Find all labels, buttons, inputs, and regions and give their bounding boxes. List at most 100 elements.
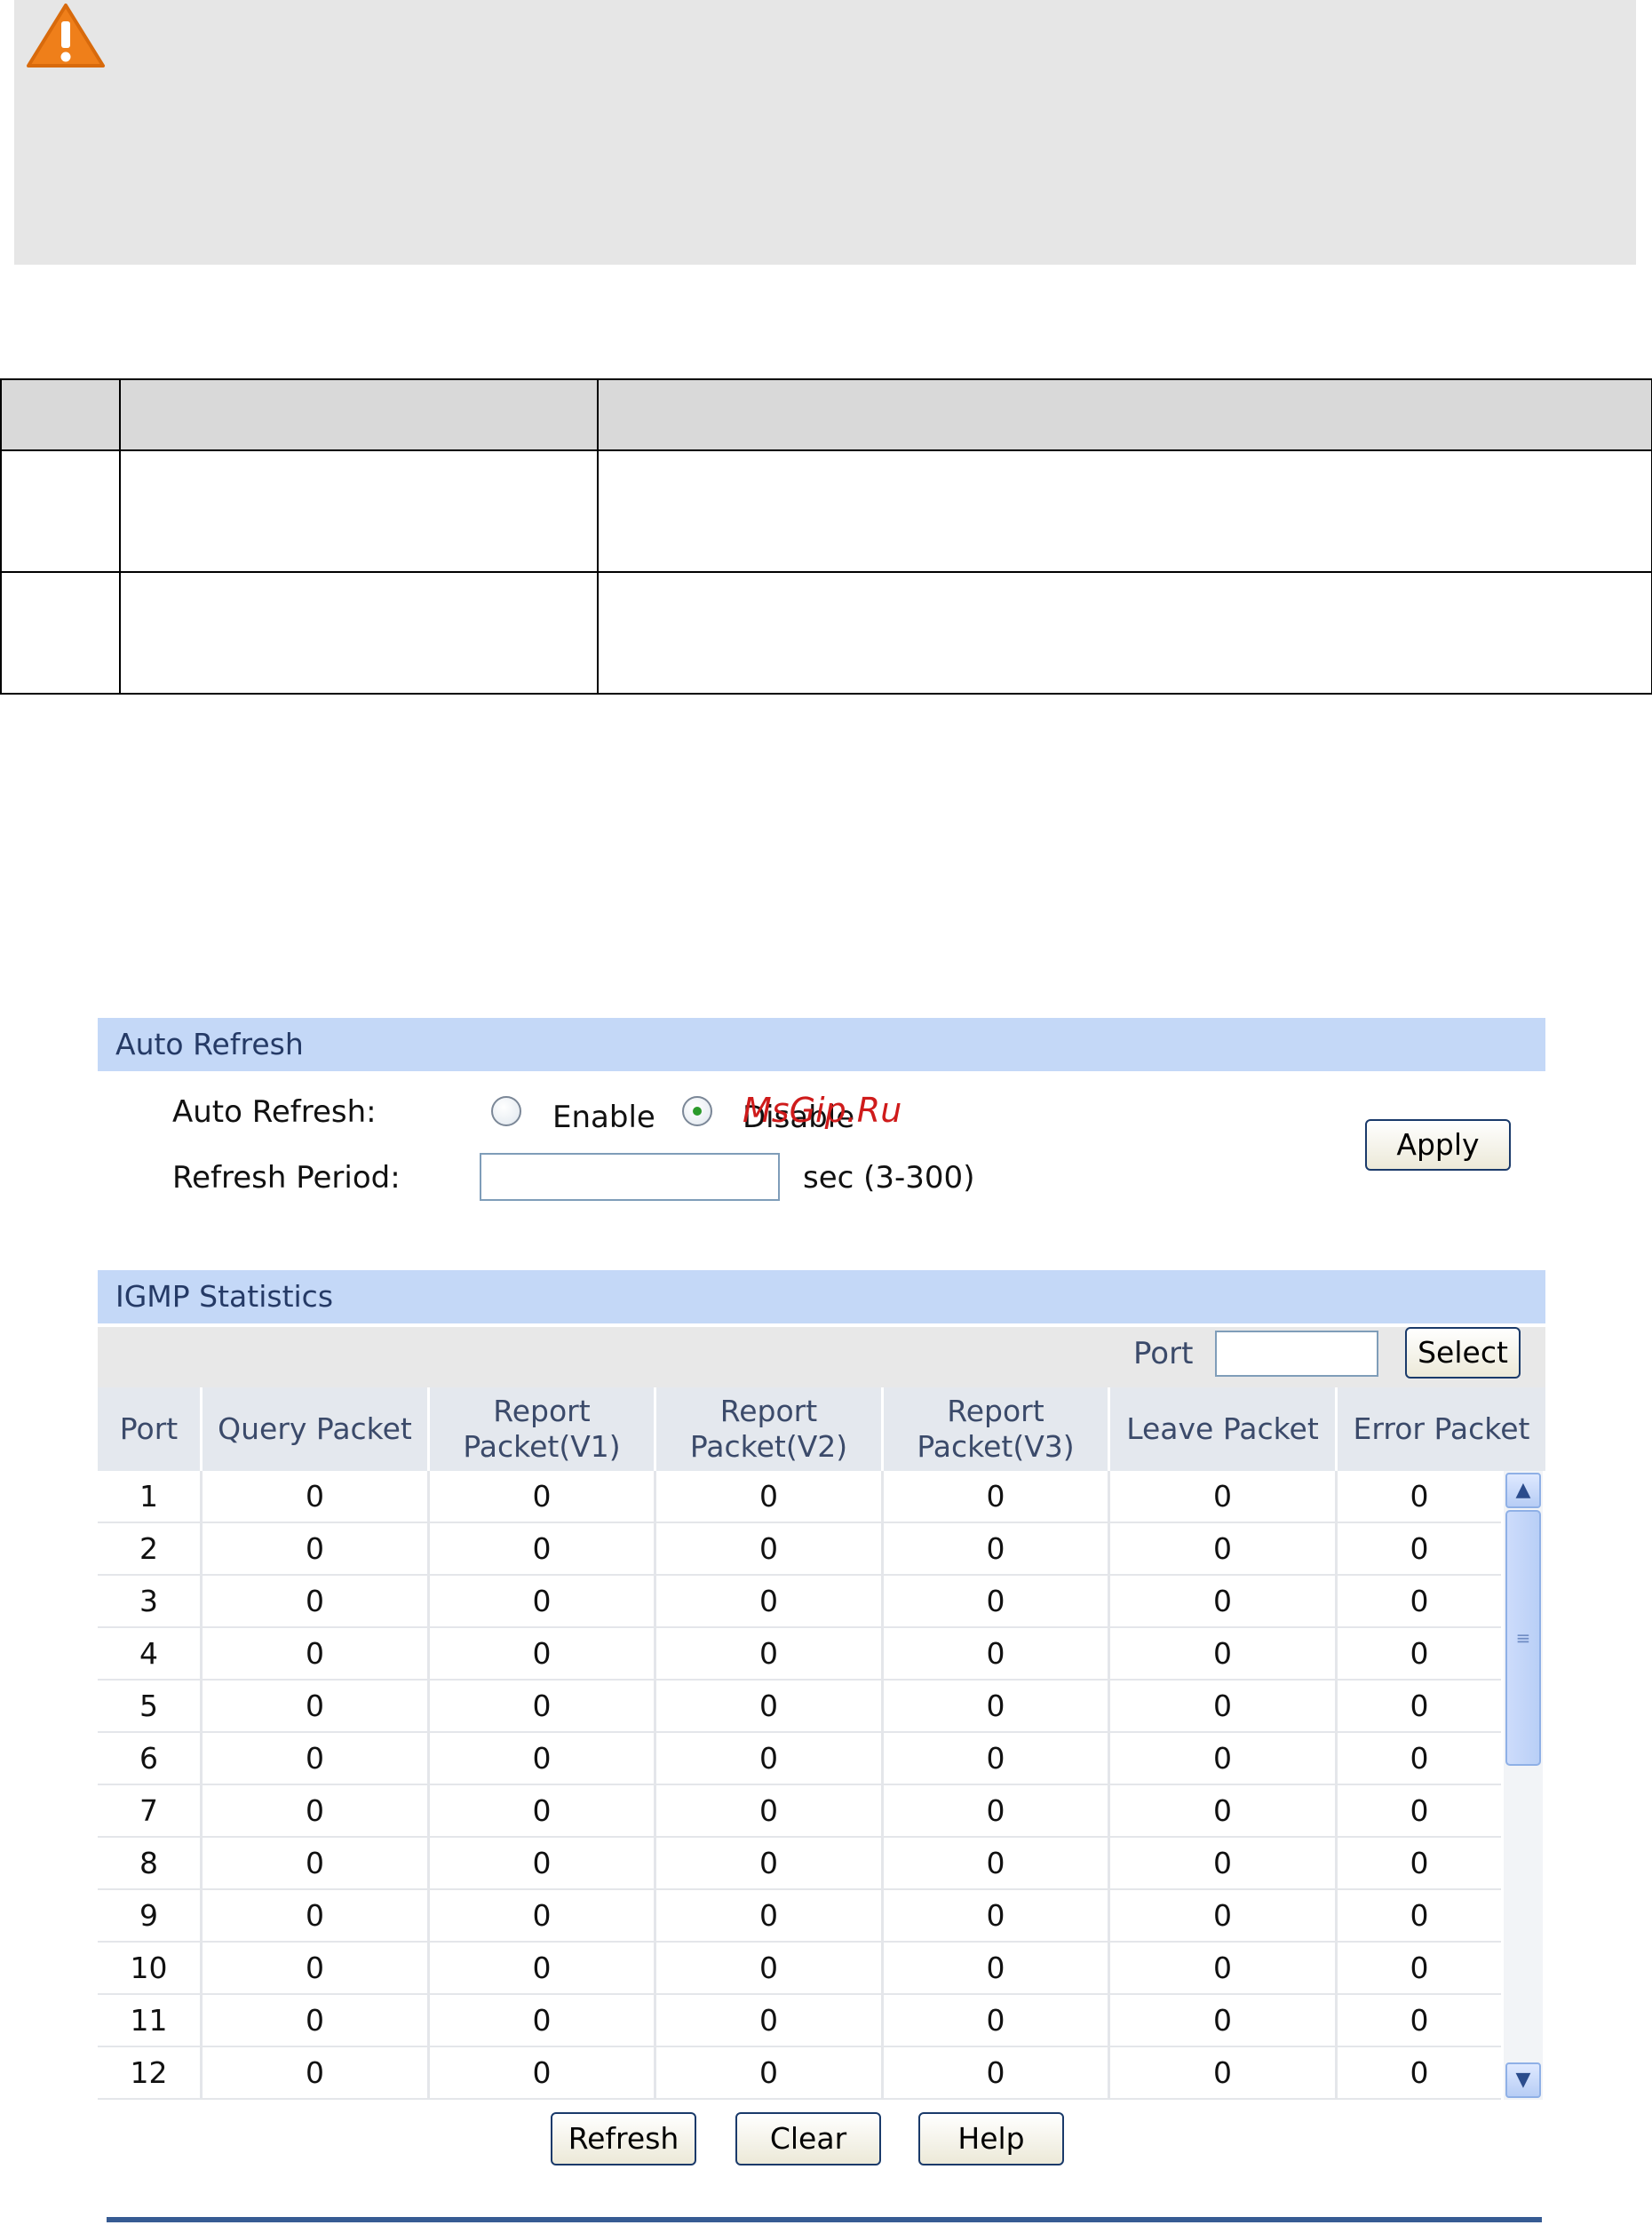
table-cell: 6 [98,1733,203,1784]
table-cell: 0 [203,1523,430,1574]
table-cell: 0 [1410,1531,1429,1566]
table-cell: 0 [1410,1636,1429,1671]
auto-refresh-label: Auto Refresh: [172,1094,377,1130]
table-cell: 0 [656,1838,884,1888]
refresh-period-input[interactable] [480,1153,780,1201]
table-cell: 0 [1110,1523,1338,1574]
statistics-table-header: Port Query Packet Report Packet(V1) Repo… [98,1387,1545,1471]
table-cell: 0 [430,2047,656,2098]
enable-label[interactable]: Enable [552,1100,655,1135]
table-row: 10 0 0 0 0 0 0 [98,1943,1501,1995]
column-header: Report Packet(V1) [430,1387,656,1471]
table-cell: 0 [430,1733,656,1784]
table-cell: 0 [884,1471,1110,1522]
radio-selected-dot [693,1107,702,1116]
table-row: 6000000 [98,1733,1501,1785]
warning-triangle-icon [27,4,105,68]
table-cell: 0 [656,2047,884,2098]
table-cell: 1 [98,1471,203,1522]
column-header: Report Packet(V3) [884,1387,1110,1471]
table-cell: 0 [203,1681,430,1731]
table-cell: 0 [656,1890,884,1941]
table-row: 11 0 0 0 0 0 0 [98,1995,1501,2047]
table-cell: 0 [656,1523,884,1574]
table-cell: 0 [884,1838,1110,1888]
scroll-up-icon[interactable]: ▲ [1505,1473,1541,1508]
table-cell: 0 [656,1681,884,1731]
apply-button[interactable]: Apply [1365,1119,1511,1171]
table-cell: 0 [203,1785,430,1836]
table-row: 9000000 [98,1890,1501,1943]
column-header: Report Packet(V2) [656,1387,884,1471]
table-cell: 0 [203,1943,430,1993]
table-cell: 0 [430,1995,656,2046]
table-row: 2000000 [98,1523,1501,1576]
vertical-scrollbar[interactable]: ▲ ≡ ▼ [1504,1471,1543,2100]
table-cell: 0 [1410,1951,1429,1985]
table-cell: 9 [98,1890,203,1941]
table-cell: 2 [98,1523,203,1574]
table-cell: 0 [884,1943,1110,1993]
table-cell: 12 [98,2047,203,2098]
table-cell: 0 [1410,2003,1429,2038]
refresh-period-label: Refresh Period: [172,1160,401,1196]
table-cell: 0 [1110,1733,1338,1784]
document-table [0,377,1652,695]
refresh-range-hint: sec (3-300) [803,1160,975,1196]
table-cell: 7 [98,1785,203,1836]
table-cell: 0 [203,1995,430,2046]
table-cell: 0 [203,1576,430,1626]
document-table-row [0,571,1652,695]
table-cell: 0 [430,1943,656,1993]
table-cell: 0 [1410,1689,1429,1723]
table-cell: 0 [1410,1584,1429,1618]
table-cell: 0 [1110,1471,1338,1522]
table-cell: 0 [1110,1943,1338,1993]
table-cell: 0 [884,2047,1110,2098]
scrollbar-thumb[interactable]: ≡ [1505,1510,1541,1766]
table-cell: 4 [98,1628,203,1679]
table-cell: 0 [656,1943,884,1993]
table-cell: 0 [884,1681,1110,1731]
table-cell: 0 [430,1838,656,1888]
scroll-down-icon[interactable]: ▼ [1505,2062,1541,2098]
port-filter-label: Port [1133,1336,1194,1371]
table-cell: 0 [884,1785,1110,1836]
table-cell: 0 [656,1628,884,1679]
table-cell: 0 [884,1995,1110,2046]
select-button[interactable]: Select [1405,1327,1521,1379]
note-box [14,0,1636,265]
table-cell: 0 [430,1628,656,1679]
table-cell: 0 [1110,1681,1338,1731]
column-header: Error Packet [1353,1411,1530,1446]
table-cell: 0 [1410,1479,1429,1514]
table-cell: 0 [1410,1741,1429,1776]
table-cell: 8 [98,1838,203,1888]
table-row: 8000000 [98,1838,1501,1890]
table-cell: 0 [884,1523,1110,1574]
table-cell: 0 [203,1838,430,1888]
table-cell: 0 [884,1628,1110,1679]
table-cell: 0 [1110,1838,1338,1888]
table-cell: 0 [430,1785,656,1836]
table-cell: 5 [98,1681,203,1731]
table-cell: 0 [1110,1890,1338,1941]
watermark-text: MsGip.Ru [743,1091,902,1130]
port-filter-input[interactable] [1215,1331,1378,1377]
table-cell: 0 [1110,1628,1338,1679]
help-button[interactable]: Help [918,2112,1064,2165]
table-cell: 0 [1410,1846,1429,1880]
table-cell: 0 [203,1628,430,1679]
table-cell: 0 [656,1733,884,1784]
table-cell: 0 [656,1576,884,1626]
refresh-button[interactable]: Refresh [551,2112,696,2165]
clear-button[interactable]: Clear [735,2112,881,2165]
table-cell: 0 [430,1471,656,1522]
column-header: Leave Packet [1110,1387,1338,1471]
table-cell: 0 [884,1890,1110,1941]
disable-radio[interactable] [682,1096,712,1126]
table-cell: 0 [1410,1793,1429,1828]
table-row: 5000000 [98,1681,1501,1733]
enable-radio[interactable] [491,1096,521,1126]
table-cell: 11 [98,1995,203,2046]
